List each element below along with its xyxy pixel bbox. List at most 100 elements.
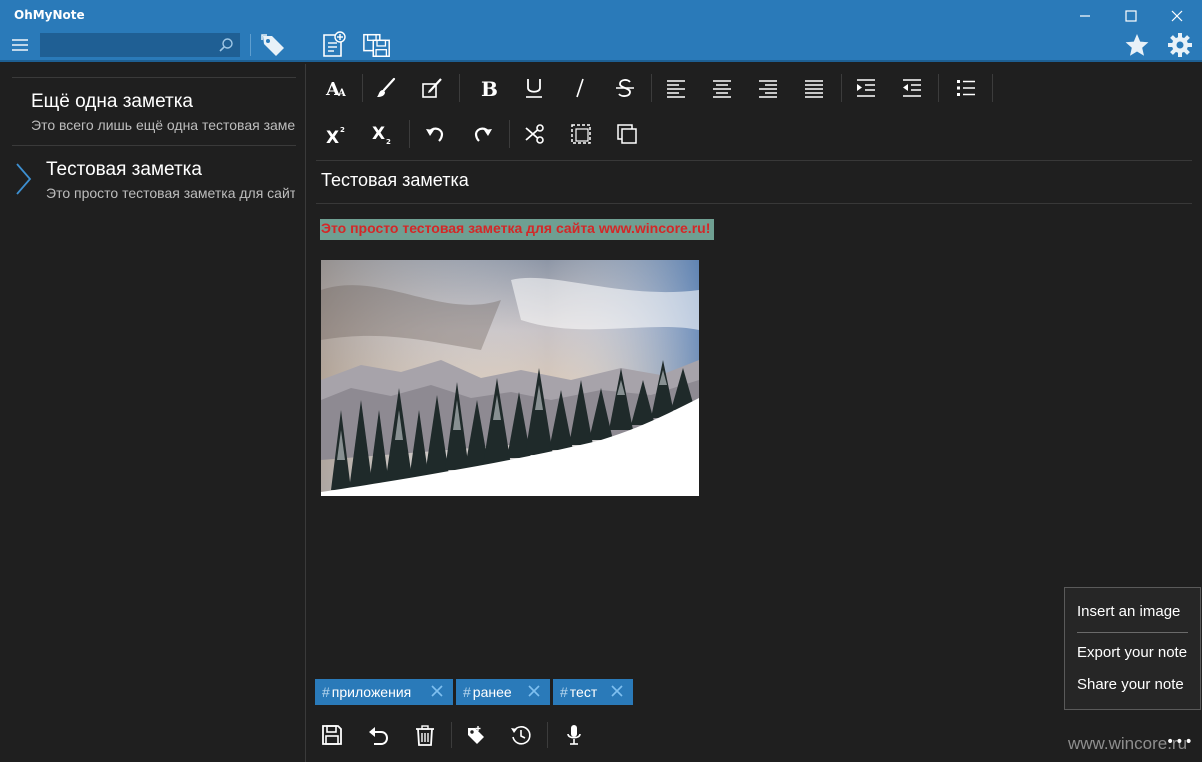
- toolbar-separator: [409, 120, 410, 148]
- select-all-icon: [571, 124, 591, 144]
- bulleted-list-button[interactable]: [946, 70, 986, 106]
- heading-divider: [316, 203, 1192, 204]
- toolbar-separator: [841, 74, 842, 102]
- close-button[interactable]: [1154, 4, 1200, 28]
- minimize-button[interactable]: [1062, 4, 1108, 28]
- redo-button[interactable]: [462, 116, 502, 152]
- indent-button[interactable]: [846, 70, 886, 106]
- strikethrough-icon: [616, 79, 634, 97]
- search-icon[interactable]: [218, 37, 234, 53]
- voice-input-button[interactable]: [557, 720, 591, 750]
- hamburger-menu-icon[interactable]: [10, 36, 32, 54]
- favorites-button[interactable]: [1122, 30, 1152, 60]
- undo-icon: [369, 727, 389, 745]
- tag-label: тест: [569, 684, 598, 700]
- close-icon: [1171, 10, 1183, 22]
- toolbar-separator: [509, 120, 510, 148]
- add-tag-button[interactable]: [458, 720, 492, 750]
- undo-icon: [426, 127, 444, 142]
- text-color-button[interactable]: [366, 70, 406, 106]
- outdent-button[interactable]: [892, 70, 932, 106]
- window-title: OhMyNote: [14, 8, 85, 22]
- app-bar-separator: [250, 34, 251, 56]
- align-left-button[interactable]: [656, 70, 696, 106]
- highlight-button[interactable]: [412, 70, 452, 106]
- redo-icon: [474, 127, 492, 142]
- command-bar-separator: [451, 722, 452, 748]
- more-options-button[interactable]: •••: [1166, 734, 1194, 750]
- menu-separator: [1077, 632, 1188, 633]
- align-right-icon: [759, 80, 777, 98]
- chevron-right-icon: [16, 163, 32, 195]
- align-center-button[interactable]: [702, 70, 742, 106]
- bold-icon: B: [481, 77, 498, 99]
- new-note-icon: [323, 31, 346, 57]
- export-note-menu-item[interactable]: Export your note: [1077, 644, 1187, 661]
- search-box: [40, 33, 240, 57]
- reminder-button[interactable]: [504, 720, 538, 750]
- more-options-menu: Insert an image Export your note Share y…: [1064, 587, 1201, 710]
- remove-tag-icon[interactable]: [528, 685, 540, 697]
- indent-icon: [857, 79, 875, 97]
- minimize-icon: [1080, 15, 1090, 17]
- tag-chip[interactable]: # приложения: [315, 679, 453, 705]
- save-all-button[interactable]: [362, 30, 392, 60]
- note-list: Ещё одна заметка Это всего лишь ещё одна…: [0, 64, 306, 762]
- maximize-button[interactable]: [1108, 4, 1154, 28]
- highlighted-text[interactable]: Это просто тестовая заметка для сайта ww…: [320, 219, 715, 240]
- delete-note-button[interactable]: [408, 720, 442, 750]
- svg-text:A: A: [337, 88, 346, 99]
- svg-text:X: X: [326, 128, 339, 145]
- copy-icon: [617, 124, 637, 144]
- new-note-button[interactable]: [318, 30, 348, 60]
- note-heading[interactable]: Тестовая заметка: [321, 170, 469, 191]
- note-preview: Это всего лишь ещё одна тестовая заметка: [31, 117, 295, 133]
- gear-icon: [1168, 33, 1192, 57]
- select-all-button[interactable]: [561, 116, 601, 152]
- settings-button[interactable]: [1165, 30, 1195, 60]
- microphone-icon: [567, 725, 581, 745]
- insert-image-menu-item[interactable]: Insert an image: [1077, 603, 1180, 620]
- save-icon: [322, 725, 342, 745]
- tag-chip[interactable]: # тест: [553, 679, 633, 705]
- toolbar-separator: [992, 74, 993, 102]
- italic-button[interactable]: [560, 70, 600, 106]
- align-right-button[interactable]: [748, 70, 788, 106]
- note-list-item[interactable]: Ещё одна заметка Это всего лишь ещё одна…: [0, 78, 306, 144]
- winter-landscape-image[interactable]: [321, 260, 699, 496]
- note-list-item-selected[interactable]: Тестовая заметка Это просто тестовая зам…: [0, 146, 306, 212]
- strikethrough-button[interactable]: [605, 70, 645, 106]
- remove-tag-icon[interactable]: [611, 685, 623, 697]
- font-size-button[interactable]: A A: [316, 70, 356, 106]
- superscript-button[interactable]: X 2: [316, 116, 356, 152]
- copy-button[interactable]: [607, 116, 647, 152]
- toolbar-separator: [362, 74, 363, 102]
- revert-button[interactable]: [361, 720, 395, 750]
- subscript-button[interactable]: X 2: [362, 116, 402, 152]
- justify-button[interactable]: [794, 70, 834, 106]
- undo-button[interactable]: [416, 116, 456, 152]
- tag-hash: #: [322, 684, 330, 700]
- underline-icon: [526, 79, 542, 98]
- svg-text:2: 2: [386, 138, 391, 145]
- tag-hash: #: [463, 684, 471, 700]
- star-icon: [1125, 34, 1149, 56]
- justify-icon: [805, 80, 823, 98]
- save-note-button[interactable]: [315, 720, 349, 750]
- svg-text:B: B: [481, 77, 498, 99]
- note-preview: Это просто тестовая заметка для сайта ww…: [46, 185, 295, 201]
- toolbar-separator: [938, 74, 939, 102]
- align-center-icon: [713, 80, 731, 98]
- share-note-menu-item[interactable]: Share your note: [1077, 676, 1184, 693]
- svg-text:2: 2: [340, 126, 345, 134]
- underline-button[interactable]: [514, 70, 554, 106]
- search-input[interactable]: [40, 33, 210, 57]
- bold-button[interactable]: B: [468, 70, 508, 106]
- remove-tag-icon[interactable]: [431, 685, 443, 697]
- tags-button[interactable]: [258, 30, 288, 60]
- svg-text:X: X: [372, 124, 385, 144]
- toolbar-divider: [316, 160, 1192, 161]
- tag-chip[interactable]: # ранее: [456, 679, 550, 705]
- tag-hash: #: [560, 684, 568, 700]
- cut-button[interactable]: [515, 116, 555, 152]
